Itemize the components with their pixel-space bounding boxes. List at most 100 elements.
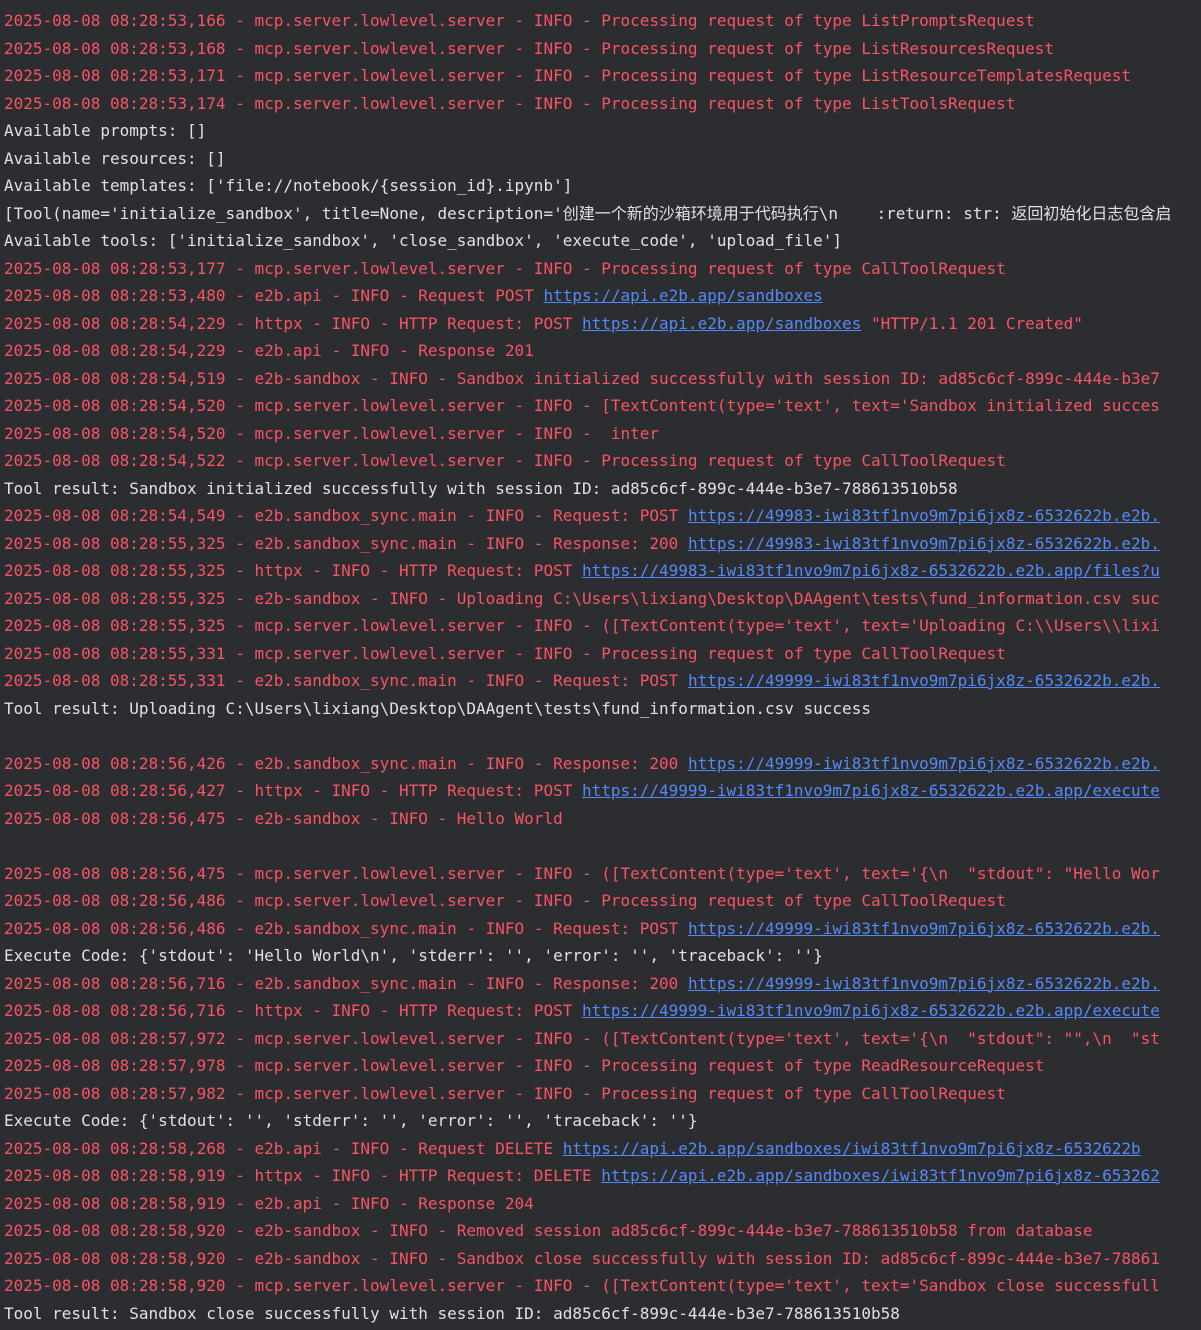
console-line-text: 2025-08-08 08:28:55,331 - mcp.server.low…: [4, 643, 1006, 663]
console-log-line: 2025-08-08 08:28:56,486 - mcp.server.low…: [4, 887, 1201, 915]
console-log-line: 2025-08-08 08:28:53,171 - mcp.server.low…: [4, 62, 1201, 90]
console-url-link[interactable]: https://49999-iwi83tf1nvo9m7pi6jx8z-6532…: [688, 671, 1160, 690]
console-log-line: 2025-08-08 08:28:54,229 - e2b.api - INFO…: [4, 337, 1201, 365]
console-line-text: Execute Code: {'stdout': '', 'stderr': '…: [4, 1111, 698, 1130]
console-line-text: Available templates: ['file://notebook/{…: [4, 176, 573, 195]
console-url-link[interactable]: https://49983-iwi83tf1nvo9m7pi6jx8z-6532…: [688, 534, 1160, 553]
console-line-text: 2025-08-08 08:28:57,972 - mcp.server.low…: [4, 1028, 1160, 1048]
console-url-link[interactable]: https://api.e2b.app/sandboxes/iwi83tf1nv…: [601, 1166, 1160, 1185]
console-line-text: 2025-08-08 08:28:55,325 - httpx - INFO -…: [4, 561, 582, 580]
console-log-line: 2025-08-08 08:28:58,920 - e2b-sandbox - …: [4, 1245, 1201, 1273]
console-log-line: 2025-08-08 08:28:53,168 - mcp.server.low…: [4, 35, 1201, 63]
console-log-line: 2025-08-08 08:28:54,522 - mcp.server.low…: [4, 447, 1201, 475]
console-url-link[interactable]: https://49999-iwi83tf1nvo9m7pi6jx8z-6532…: [688, 974, 1160, 993]
console-log-line: 2025-08-08 08:28:55,325 - e2b.sandbox_sy…: [4, 530, 1201, 558]
console-log-line: 2025-08-08 08:28:55,325 - e2b-sandbox - …: [4, 585, 1201, 613]
console-line-text: Available prompts: []: [4, 121, 207, 140]
console-output-line: Available resources: []: [4, 145, 1201, 173]
console-line-text: 2025-08-08 08:28:56,716 - httpx - INFO -…: [4, 1001, 582, 1020]
console-line-text: 2025-08-08 08:28:55,331 - e2b.sandbox_sy…: [4, 671, 688, 690]
console-log-line: 2025-08-08 08:28:58,920 - e2b-sandbox - …: [4, 1217, 1201, 1245]
console-log-line: 2025-08-08 08:28:56,475 - e2b-sandbox - …: [4, 805, 1201, 833]
console-line-text: 2025-08-08 08:28:57,978 - mcp.server.low…: [4, 1056, 1045, 1075]
console-url-link[interactable]: https://49999-iwi83tf1nvo9m7pi6jx8z-6532…: [582, 1001, 1160, 1020]
console-log-line: 2025-08-08 08:28:54,229 - httpx - INFO -…: [4, 310, 1201, 338]
console-log-line: 2025-08-08 08:28:58,920 - mcp.server.low…: [4, 1272, 1201, 1300]
console-url-link[interactable]: https://api.e2b.app/sandboxes: [582, 314, 861, 333]
console-line-text: 2025-08-08 08:28:53,171 - mcp.server.low…: [4, 66, 1132, 85]
console-log-line: 2025-08-08 08:28:56,716 - e2b.sandbox_sy…: [4, 970, 1201, 998]
console-line-text: 2025-08-08 08:28:55,325 - e2b-sandbox - …: [4, 588, 1160, 608]
console-output-line: Available templates: ['file://notebook/{…: [4, 172, 1201, 200]
console-line-text: 2025-08-08 08:28:56,475 - e2b-sandbox - …: [4, 808, 563, 828]
console-line-text: 2025-08-08 08:28:56,486 - mcp.server.low…: [4, 891, 1006, 910]
console-log-line: 2025-08-08 08:28:57,982 - mcp.server.low…: [4, 1080, 1201, 1108]
console-log-line: 2025-08-08 08:28:58,919 - httpx - INFO -…: [4, 1162, 1201, 1190]
console-log-line: 2025-08-08 08:28:58,919 - e2b.api - INFO…: [4, 1190, 1201, 1218]
console-output-line: Tool result: Uploading C:\Users\lixiang\…: [4, 695, 1201, 723]
console-line-text: 2025-08-08 08:28:58,920 - mcp.server.low…: [4, 1276, 1160, 1295]
console-line-text: 2025-08-08 08:28:58,268 - e2b.api - INFO…: [4, 1138, 563, 1158]
console-log-line: 2025-08-08 08:28:56,716 - httpx - INFO -…: [4, 997, 1201, 1025]
console-line-text: 2025-08-08 08:28:57,982 - mcp.server.low…: [4, 1083, 1006, 1103]
console-log-line: 2025-08-08 08:28:54,519 - e2b-sandbox - …: [4, 365, 1201, 393]
console-line-text: 2025-08-08 08:28:58,920 - e2b-sandbox - …: [4, 1221, 1093, 1240]
console-line-text: 2025-08-08 08:28:56,426 - e2b.sandbox_sy…: [4, 753, 688, 773]
console-log-line: 2025-08-08 08:28:55,325 - httpx - INFO -…: [4, 557, 1201, 585]
console-output-line: Tool result: Sandbox initialized success…: [4, 475, 1201, 503]
console-log-line: 2025-08-08 08:28:57,972 - mcp.server.low…: [4, 1025, 1201, 1053]
console-log-line: 2025-08-08 08:28:55,325 - mcp.server.low…: [4, 612, 1201, 640]
console-line-text: 2025-08-08 08:28:55,325 - e2b.sandbox_sy…: [4, 533, 688, 553]
console-line-text: 2025-08-08 08:28:55,325 - mcp.server.low…: [4, 616, 1160, 635]
console-line-text: Tool result: Sandbox close successfully …: [4, 1303, 900, 1323]
console-line-text: 2025-08-08 08:28:58,920 - e2b-sandbox - …: [4, 1248, 1160, 1268]
console-log-line: 2025-08-08 08:28:53,174 - mcp.server.low…: [4, 90, 1201, 118]
console-line-text: Available resources: []: [4, 148, 226, 168]
console-line-text: 2025-08-08 08:28:56,475 - mcp.server.low…: [4, 863, 1160, 883]
console-output-line: Available prompts: []: [4, 117, 1201, 145]
console-log-line: 2025-08-08 08:28:55,331 - e2b.sandbox_sy…: [4, 667, 1201, 695]
console-line-text: Tool result: Uploading C:\Users\lixiang\…: [4, 698, 871, 718]
console-output-line: Available tools: ['initialize_sandbox', …: [4, 227, 1201, 255]
console-url-link[interactable]: https://49999-iwi83tf1nvo9m7pi6jx8z-6532…: [688, 919, 1160, 938]
console-line-suffix: "HTTP/1.1 201 Created": [861, 313, 1083, 333]
console-output-line: Tool result: Sandbox close successfully …: [4, 1300, 1201, 1328]
console-log-line: 2025-08-08 08:28:54,520 - mcp.server.low…: [4, 420, 1201, 448]
console-line-text: 2025-08-08 08:28:53,177 - mcp.server.low…: [4, 258, 1006, 278]
console-url-link[interactable]: https://49999-iwi83tf1nvo9m7pi6jx8z-6532…: [688, 754, 1160, 773]
console-line-text: 2025-08-08 08:28:54,519 - e2b-sandbox - …: [4, 368, 1160, 388]
console-line-text: 2025-08-08 08:28:53,174 - mcp.server.low…: [4, 93, 1016, 113]
console-line-text: [Tool(name='initialize_sandbox', title=N…: [4, 203, 1172, 223]
console-log-line: 2025-08-08 08:28:56,426 - e2b.sandbox_sy…: [4, 750, 1201, 778]
console-line-text: 2025-08-08 08:28:54,549 - e2b.sandbox_sy…: [4, 506, 688, 525]
console-url-link[interactable]: https://49999-iwi83tf1nvo9m7pi6jx8z-6532…: [582, 781, 1160, 800]
console-log-line: 2025-08-08 08:28:55,331 - mcp.server.low…: [4, 640, 1201, 668]
console-log-line: 2025-08-08 08:28:53,177 - mcp.server.low…: [4, 255, 1201, 283]
console-line-text: 2025-08-08 08:28:56,716 - e2b.sandbox_sy…: [4, 973, 688, 993]
console-log-line: 2025-08-08 08:28:54,520 - mcp.server.low…: [4, 392, 1201, 420]
console-line-text: 2025-08-08 08:28:53,168 - mcp.server.low…: [4, 38, 1054, 58]
console-log-line: 2025-08-08 08:28:54,549 - e2b.sandbox_sy…: [4, 502, 1201, 530]
console-url-link[interactable]: https://api.e2b.app/sandboxes/iwi83tf1nv…: [563, 1139, 1141, 1158]
console-line-text: 2025-08-08 08:28:54,229 - e2b.api - INFO…: [4, 341, 534, 360]
console-url-link[interactable]: https://49983-iwi83tf1nvo9m7pi6jx8z-6532…: [582, 561, 1160, 580]
console-line-text: 2025-08-08 08:28:56,427 - httpx - INFO -…: [4, 781, 582, 800]
console-output-line: [Tool(name='initialize_sandbox', title=N…: [4, 200, 1201, 228]
console-url-link[interactable]: https://api.e2b.app/sandboxes: [543, 286, 822, 305]
console-line-text: 2025-08-08 08:28:56,486 - e2b.sandbox_sy…: [4, 918, 688, 938]
console-url-link[interactable]: https://49983-iwi83tf1nvo9m7pi6jx8z-6532…: [688, 506, 1160, 525]
console-log-line: 2025-08-08 08:28:56,475 - mcp.server.low…: [4, 860, 1201, 888]
console-output[interactable]: 2025-08-08 08:28:53,166 - mcp.server.low…: [4, 7, 1201, 1327]
console-log-line: 2025-08-08 08:28:58,268 - e2b.api - INFO…: [4, 1135, 1201, 1163]
console-log-line: 2025-08-08 08:28:53,480 - e2b.api - INFO…: [4, 282, 1201, 310]
console-line-text: 2025-08-08 08:28:53,480 - e2b.api - INFO…: [4, 286, 544, 305]
console-line-text: 2025-08-08 08:28:53,166 - mcp.server.low…: [4, 11, 1035, 30]
console-log-line: 2025-08-08 08:28:57,978 - mcp.server.low…: [4, 1052, 1201, 1080]
console-output-line: Execute Code: {'stdout': '', 'stderr': '…: [4, 1107, 1201, 1135]
console-log-line: 2025-08-08 08:28:53,166 - mcp.server.low…: [4, 7, 1201, 35]
console-output-line: Execute Code: {'stdout': 'Hello World\n'…: [4, 942, 1201, 970]
console-line-text: 2025-08-08 08:28:58,919 - httpx - INFO -…: [4, 1166, 602, 1185]
console-line-text: 2025-08-08 08:28:54,522 - mcp.server.low…: [4, 451, 1006, 470]
